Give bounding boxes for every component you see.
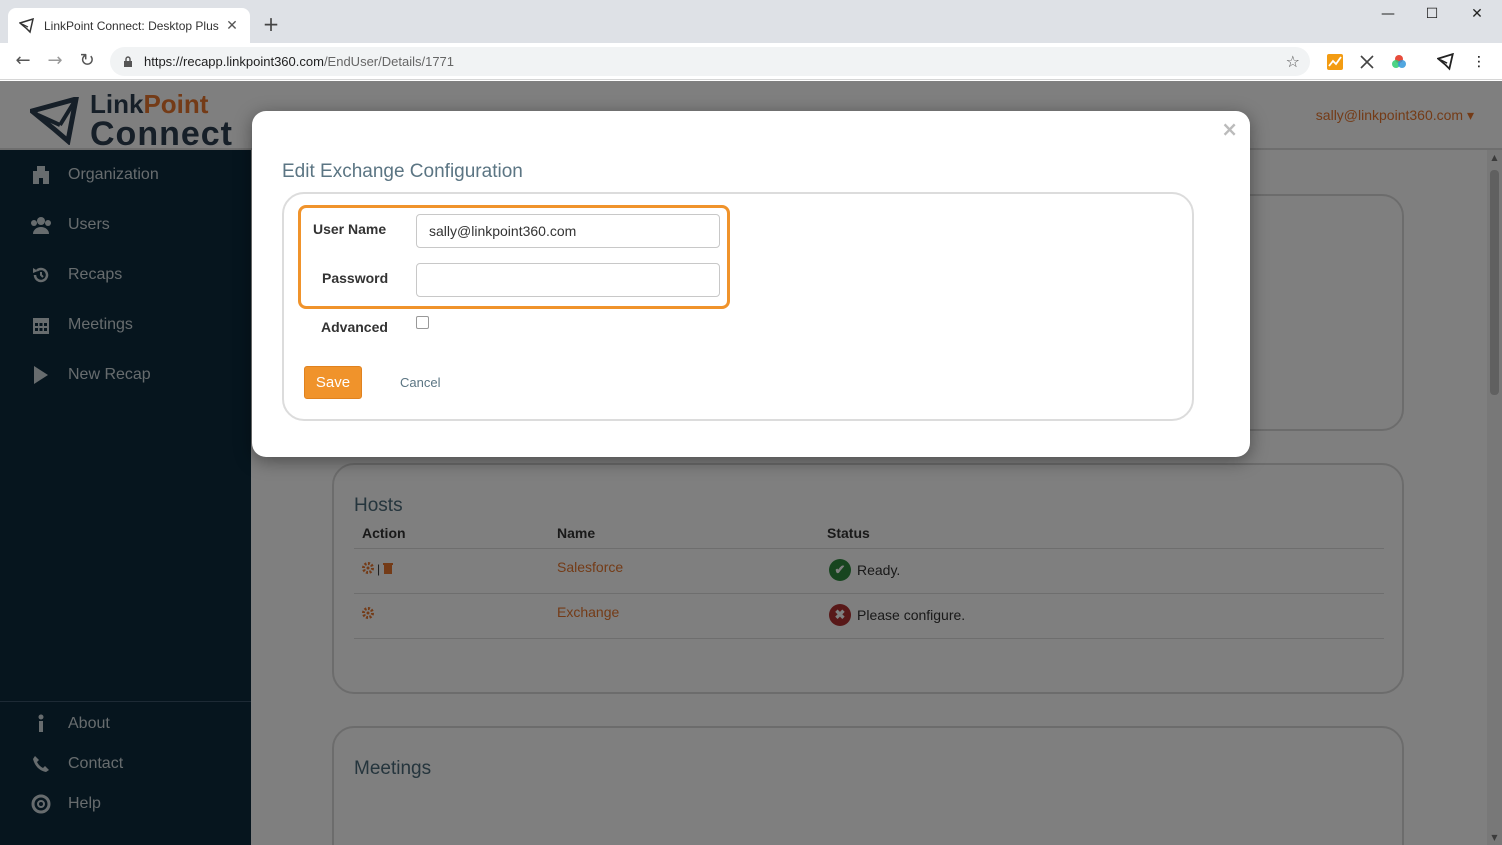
password-label: Password [322, 270, 389, 286]
browser-toolbar: ← → ↻ https://recapp.linkpoint360.com/En… [0, 43, 1502, 80]
save-button[interactable]: Save [304, 366, 362, 399]
browser-menu-icon[interactable]: ⋮ [1470, 53, 1488, 71]
back-arrow-icon[interactable]: ← [12, 51, 34, 71]
edit-exchange-modal: × Edit Exchange Configuration User Name … [252, 111, 1250, 457]
color-extension-icon[interactable] [1390, 53, 1408, 71]
app-root: LinkPoint Connect sally@linkpoint360.com… [0, 81, 1502, 845]
linkpoint-favicon-icon [18, 17, 36, 35]
url-text: https://recapp.linkpoint360.com/EndUser/… [144, 54, 455, 69]
browser-tab-bar: LinkPoint Connect: Desktop Plus ✕ + — ☐ … [0, 0, 1502, 43]
reload-icon[interactable]: ↻ [76, 51, 98, 71]
advanced-label: Advanced [321, 319, 388, 335]
bookmark-star-icon[interactable]: ☆ [1286, 52, 1300, 71]
username-input[interactable] [416, 214, 720, 248]
window-close-icon[interactable]: ✕ [1462, 6, 1492, 22]
tab-title: LinkPoint Connect: Desktop Plus [44, 18, 219, 33]
tools-extension-icon[interactable] [1358, 53, 1376, 71]
advanced-checkbox[interactable] [416, 316, 429, 329]
forward-arrow-icon[interactable]: → [44, 51, 66, 71]
address-bar[interactable]: https://recapp.linkpoint360.com/EndUser/… [110, 47, 1310, 76]
new-tab-button[interactable]: + [261, 14, 281, 34]
minimize-icon[interactable]: — [1373, 6, 1403, 22]
modal-form: User Name Password Advanced Save Cancel [282, 192, 1194, 421]
lock-icon [124, 55, 132, 67]
cancel-link[interactable]: Cancel [400, 375, 440, 390]
chart-extension-icon[interactable] [1326, 53, 1344, 71]
password-input[interactable] [416, 263, 720, 297]
modal-title: Edit Exchange Configuration [282, 161, 523, 182]
linkpoint-extension-icon[interactable] [1437, 53, 1455, 71]
maximize-icon[interactable]: ☐ [1417, 6, 1447, 22]
tab-close-icon[interactable]: ✕ [224, 18, 240, 34]
username-label: User Name [313, 221, 387, 237]
browser-tab[interactable]: LinkPoint Connect: Desktop Plus ✕ [8, 8, 250, 43]
modal-close-icon[interactable]: × [1221, 117, 1238, 141]
